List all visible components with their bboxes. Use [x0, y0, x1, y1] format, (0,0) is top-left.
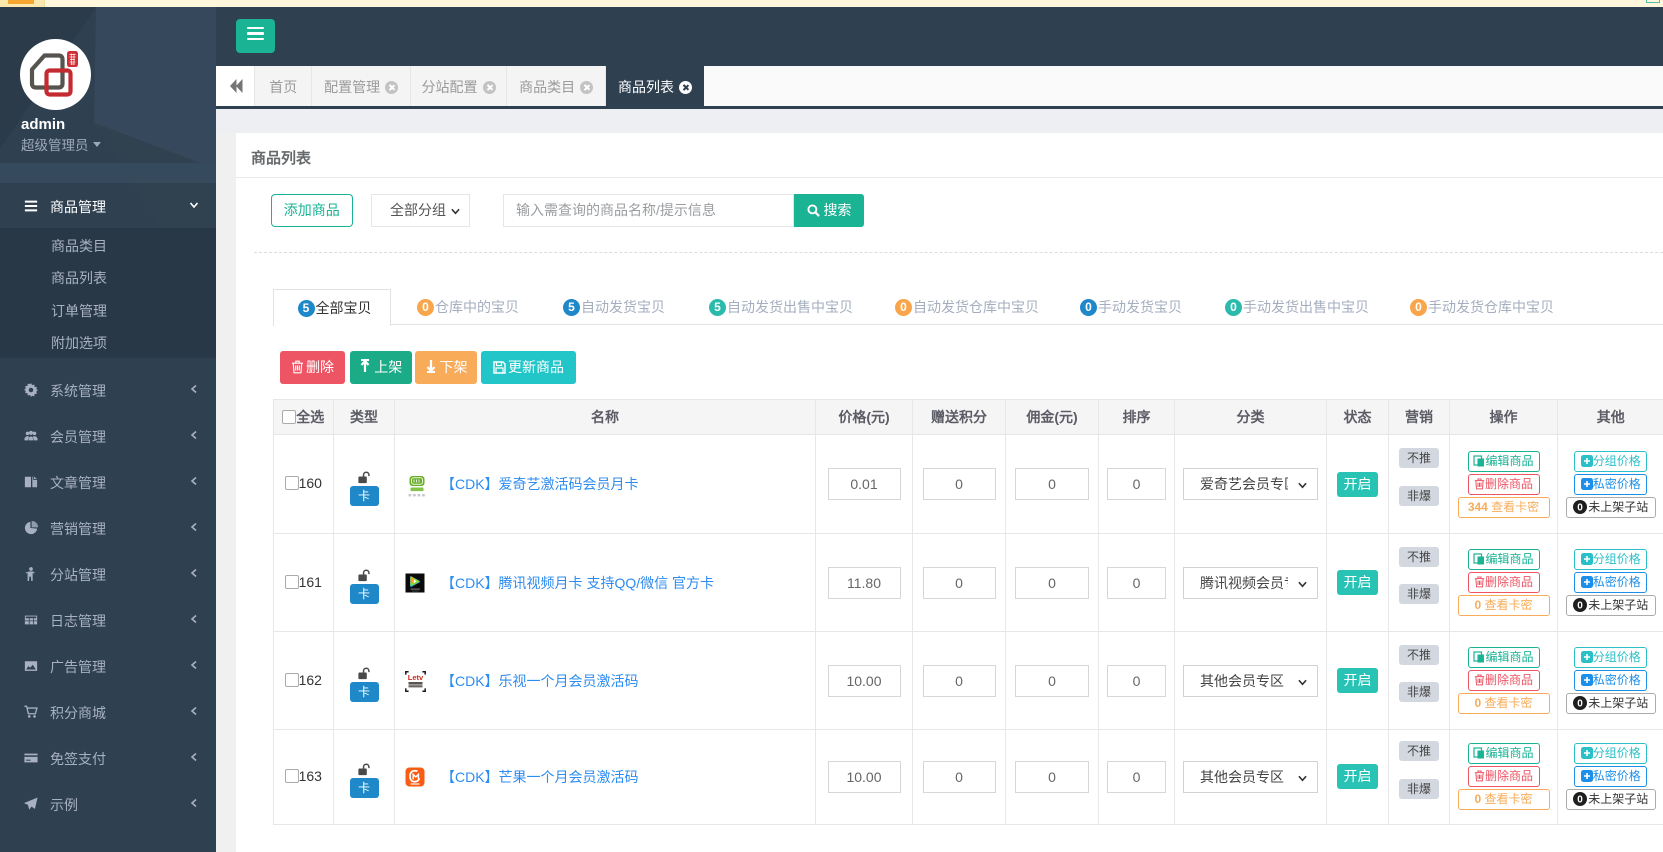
- svg-text:0: 0: [1577, 698, 1583, 709]
- svg-text:0: 0: [1577, 795, 1583, 806]
- svg-text:Letv: Letv: [408, 673, 424, 682]
- svg-text:0: 0: [1577, 600, 1583, 611]
- svg-text:0: 0: [1577, 502, 1583, 513]
